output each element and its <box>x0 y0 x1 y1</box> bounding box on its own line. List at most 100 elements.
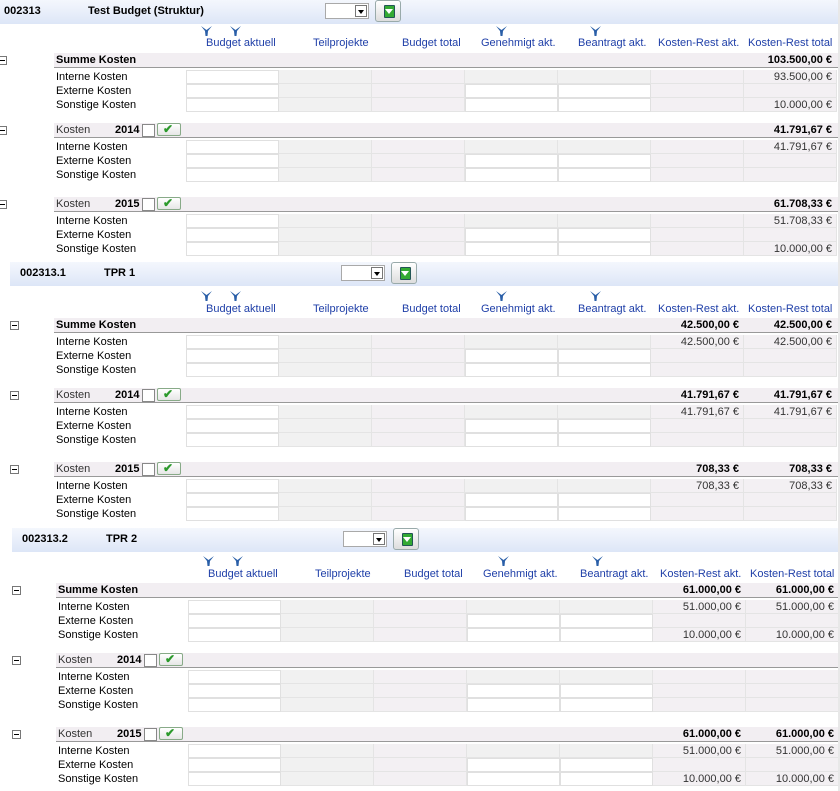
year-checkbox[interactable] <box>142 198 155 211</box>
cell-budget-input[interactable] <box>186 70 279 84</box>
cell-budget-input[interactable] <box>188 670 281 684</box>
column-header[interactable]: Kosten-Rest akt. <box>658 37 739 49</box>
column-header[interactable]: Beantragt akt. <box>578 37 647 49</box>
filter-icon[interactable] <box>201 291 212 301</box>
column-header[interactable]: Budget aktuell <box>208 568 278 580</box>
column-header[interactable]: Budget total <box>402 303 461 315</box>
filter-icon[interactable] <box>201 26 212 36</box>
column-header[interactable]: Genehmigt akt. <box>481 303 556 315</box>
cell-budget-input[interactable] <box>186 154 279 168</box>
kosten-label: Kosten <box>56 389 91 401</box>
cell-budget-input[interactable] <box>188 684 281 698</box>
collapse-toggle-icon[interactable] <box>12 656 21 665</box>
cell-budget-input[interactable] <box>188 614 281 628</box>
cell-budget-input[interactable] <box>186 419 279 433</box>
filter-icon[interactable] <box>203 556 214 566</box>
cell-budget-input[interactable] <box>186 168 279 182</box>
cell-budget-input[interactable] <box>186 433 279 447</box>
column-header[interactable]: Budget aktuell <box>206 37 276 49</box>
kosten-label: Kosten <box>56 198 91 210</box>
filter-icon[interactable] <box>230 26 241 36</box>
confirm-year-button[interactable] <box>157 461 181 475</box>
apply-view-button[interactable] <box>393 528 419 550</box>
cell-budget-input[interactable] <box>188 744 281 758</box>
collapse-toggle-icon[interactable] <box>0 200 7 209</box>
view-select[interactable] <box>325 3 369 19</box>
column-header[interactable]: Kosten-Rest total <box>750 568 834 580</box>
column-header[interactable]: Beantragt akt. <box>580 568 649 580</box>
year-checkbox[interactable] <box>142 389 155 402</box>
column-header[interactable]: Kosten-Rest akt. <box>660 568 741 580</box>
column-header[interactable]: Genehmigt akt. <box>483 568 558 580</box>
cell-budget-input[interactable] <box>186 479 279 493</box>
cell-budget-input[interactable] <box>186 140 279 154</box>
column-header[interactable]: Kosten-Rest total <box>748 37 832 49</box>
cell-value <box>653 614 746 628</box>
cell-budget-input[interactable] <box>186 349 279 363</box>
chevron-down-icon[interactable] <box>355 5 367 17</box>
column-header[interactable]: Kosten-Rest total <box>748 303 832 315</box>
confirm-year-button[interactable] <box>159 726 183 740</box>
confirm-year-button[interactable] <box>157 122 181 136</box>
cell-budget-input[interactable] <box>186 228 279 242</box>
column-header[interactable]: Budget total <box>402 37 461 49</box>
cell-value <box>558 349 651 363</box>
collapse-toggle-icon[interactable] <box>10 391 19 400</box>
confirm-year-button[interactable] <box>159 652 183 666</box>
cell-budget-input[interactable] <box>186 214 279 228</box>
cell-budget-input[interactable] <box>186 335 279 349</box>
cell-value <box>374 628 467 642</box>
apply-view-button[interactable] <box>391 262 417 284</box>
year-label: 2015 <box>115 198 140 210</box>
cell-budget-input[interactable] <box>188 600 281 614</box>
cell-budget-input[interactable] <box>188 698 281 712</box>
cost-row-externe: Externe Kosten <box>0 419 840 433</box>
column-header[interactable]: Teilprojekte <box>315 568 371 580</box>
filter-icon[interactable] <box>230 291 241 301</box>
confirm-year-button[interactable] <box>157 387 181 401</box>
filter-icon[interactable] <box>592 556 603 566</box>
view-select[interactable] <box>341 265 385 281</box>
confirm-year-button[interactable] <box>157 196 181 210</box>
filter-icon[interactable] <box>590 291 601 301</box>
year-checkbox[interactable] <box>144 654 157 667</box>
cell-budget-input[interactable] <box>186 98 279 112</box>
cell-budget-input[interactable] <box>186 493 279 507</box>
column-header[interactable]: Teilprojekte <box>313 303 369 315</box>
cell-budget-input[interactable] <box>186 84 279 98</box>
column-header[interactable]: Budget aktuell <box>206 303 276 315</box>
column-header[interactable]: Teilprojekte <box>313 37 369 49</box>
column-header[interactable]: Beantragt akt. <box>578 303 647 315</box>
cell-budget-input[interactable] <box>186 242 279 256</box>
chevron-down-icon[interactable] <box>373 533 385 545</box>
filter-icon[interactable] <box>498 556 509 566</box>
cell-value <box>744 419 837 433</box>
collapse-toggle-icon[interactable] <box>0 56 7 65</box>
cell-value <box>281 772 374 786</box>
year-checkbox[interactable] <box>144 728 157 741</box>
collapse-toggle-icon[interactable] <box>12 730 21 739</box>
column-header[interactable]: Genehmigt akt. <box>481 37 556 49</box>
apply-view-button[interactable] <box>375 0 401 22</box>
filter-icon[interactable] <box>232 556 243 566</box>
filter-icon[interactable] <box>496 291 507 301</box>
collapse-toggle-icon[interactable] <box>10 321 19 330</box>
cell-budget-input[interactable] <box>188 772 281 786</box>
cell-budget-input[interactable] <box>186 405 279 419</box>
chevron-down-icon[interactable] <box>371 267 383 279</box>
cell-budget-input[interactable] <box>188 628 281 642</box>
cell-budget-input[interactable] <box>186 507 279 521</box>
year-checkbox[interactable] <box>142 124 155 137</box>
filter-icon[interactable] <box>590 26 601 36</box>
collapse-toggle-icon[interactable] <box>0 126 7 135</box>
cell-value <box>279 507 372 521</box>
cell-budget-input[interactable] <box>186 363 279 377</box>
cell-budget-input[interactable] <box>188 758 281 772</box>
collapse-toggle-icon[interactable] <box>12 586 21 595</box>
view-select[interactable] <box>343 531 387 547</box>
collapse-toggle-icon[interactable] <box>10 465 19 474</box>
year-checkbox[interactable] <box>142 463 155 476</box>
column-header[interactable]: Kosten-Rest akt. <box>658 303 739 315</box>
column-header[interactable]: Budget total <box>404 568 463 580</box>
filter-icon[interactable] <box>496 26 507 36</box>
